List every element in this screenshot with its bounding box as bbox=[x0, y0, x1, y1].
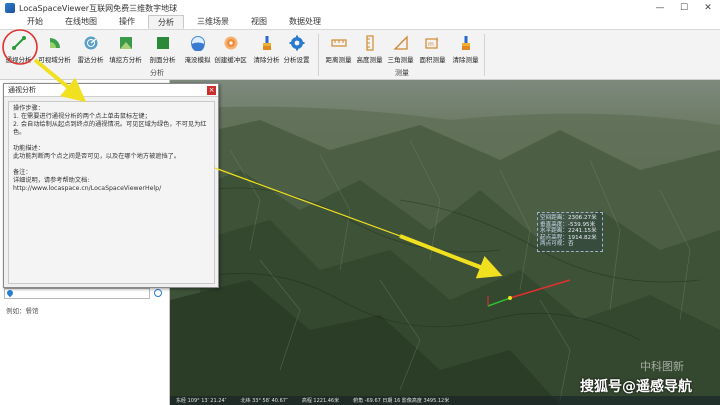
search-row bbox=[4, 287, 166, 299]
analysis-settings-button[interactable]: 分析设置 bbox=[280, 33, 313, 65]
status-camera: 俯角 -69.67 日期 16 影像高度 3495.12米 bbox=[353, 398, 450, 404]
profile-icon bbox=[156, 37, 169, 49]
clear-analysis-button[interactable]: 清除分析 bbox=[250, 33, 283, 65]
info-row: 水平距离：2241.15米 bbox=[540, 228, 597, 235]
radar-label: 雷达分析 bbox=[77, 56, 104, 64]
dialog-title: 通视分析 bbox=[4, 84, 218, 97]
status-bar: 东经 109° 13′ 21.24″ 北纬 33° 58′ 40.67″ 高程 … bbox=[170, 396, 720, 405]
area-measure-label: 面积测量 bbox=[419, 56, 446, 64]
dialog-line: 详细说明，请参考帮助文档: bbox=[13, 177, 90, 184]
dialog-line: 1. 在需要进行通视分析的两个点上单击鼠标左键； bbox=[13, 113, 151, 120]
triangle-icon bbox=[392, 35, 408, 50]
flood-icon bbox=[190, 36, 205, 51]
line-of-sight-label: 通视分析 bbox=[5, 56, 32, 64]
svg-text:2: 2 bbox=[436, 37, 439, 42]
brush-icon bbox=[461, 36, 470, 50]
cut-fill-label: 填挖方分析 bbox=[109, 56, 142, 64]
tab-online-map[interactable]: 在线地图 bbox=[56, 15, 106, 29]
dialog-line: 备注： bbox=[13, 169, 32, 176]
status-latitude: 北纬 33° 58′ 40.67″ bbox=[240, 398, 288, 404]
dialog-line: 功能描述： bbox=[13, 145, 44, 152]
dialog-body: 操作步骤： 1. 在需要进行通视分析的两个点上单击鼠标左键； 2. 会自动绘制从… bbox=[8, 101, 215, 284]
buffer-button[interactable]: 创建缓冲区 bbox=[214, 33, 247, 65]
tab-analysis[interactable]: 分析 bbox=[148, 15, 184, 29]
dialog-line: 此功能判断两个点之间是否可见，以及在哪个地方被遮挡了。 bbox=[13, 153, 181, 160]
close-button[interactable]: ✕ bbox=[696, 0, 720, 16]
line-of-sight-button[interactable]: 通视分析 bbox=[2, 33, 35, 65]
ribbon: 通视分析 可视域分析 雷达分析 填挖方分析 剖面分析 淹没模拟 创建缓冲区 清除… bbox=[0, 30, 720, 80]
group-separator bbox=[484, 34, 485, 76]
brush-icon bbox=[262, 36, 271, 50]
info-row: 空间距离：2306.27米 bbox=[540, 215, 597, 221]
search-input[interactable] bbox=[4, 287, 150, 299]
dialog-line: 操作步骤： bbox=[13, 105, 44, 112]
maximize-button[interactable]: ☐ bbox=[672, 0, 696, 16]
analysis-group-label: 分析 bbox=[150, 69, 164, 77]
height-measure-button[interactable]: 高度测量 bbox=[353, 33, 386, 65]
window-controls: — ☐ ✕ bbox=[648, 0, 720, 16]
cut-fill-icon bbox=[119, 37, 132, 49]
watermark-brand: 中科图新 bbox=[640, 360, 684, 373]
distance-measure-button[interactable]: 距离测量 bbox=[322, 33, 355, 65]
profile-label: 剖面分析 bbox=[149, 56, 176, 64]
app-icon bbox=[5, 3, 15, 13]
radar-button[interactable]: 雷达分析 bbox=[74, 33, 107, 65]
cut-fill-button[interactable]: 填挖方分析 bbox=[109, 33, 142, 65]
menu-bar: 开始 在线地图 操作 分析 三维场景 视图 数据处理 bbox=[0, 15, 720, 30]
location-pin-icon bbox=[5, 288, 15, 298]
tab-view[interactable]: 视图 bbox=[242, 15, 276, 29]
area-icon: m2 bbox=[424, 37, 439, 49]
tab-data-processing[interactable]: 数据处理 bbox=[280, 15, 330, 29]
dialog-spacer bbox=[13, 137, 210, 145]
buffer-icon bbox=[224, 36, 237, 50]
measure-group-label: 测量 bbox=[395, 69, 409, 77]
watermark-source: 搜狐号@遥感导航 bbox=[580, 379, 692, 395]
clear-measure-label: 清除测量 bbox=[452, 56, 479, 64]
radar-icon bbox=[84, 36, 97, 50]
height-ruler-icon bbox=[365, 35, 374, 51]
height-measure-label: 高度测量 bbox=[356, 56, 383, 64]
info-row: 两点可视：否 bbox=[540, 241, 574, 248]
buffer-label: 创建缓冲区 bbox=[214, 56, 247, 64]
dialog-close-button[interactable]: × bbox=[207, 86, 216, 95]
status-longitude: 东经 109° 13′ 21.24″ bbox=[176, 398, 227, 404]
title-bar: LocaSpaceViewer互联网免费三维数字地球 — ☐ ✕ bbox=[0, 0, 720, 16]
tab-3d-scene[interactable]: 三维场景 bbox=[188, 15, 238, 29]
clear-analysis-label: 清除分析 bbox=[253, 56, 280, 64]
group-separator bbox=[318, 34, 319, 76]
line-of-sight-dialog: 通视分析 × 操作步骤： 1. 在需要进行通视分析的两个点上单击鼠标左键； 2.… bbox=[3, 83, 219, 288]
dialog-spacer bbox=[13, 161, 210, 169]
tab-operation[interactable]: 操作 bbox=[110, 15, 144, 29]
dialog-line: 2. 会自动绘制从起点到终点的通视情况。可见区域为绿色，不可见为红色。 bbox=[13, 121, 207, 136]
flood-label: 淹没模拟 bbox=[184, 56, 211, 64]
triangle-measure-button[interactable]: 三角测量 bbox=[384, 33, 417, 65]
window-title: LocaSpaceViewer互联网免费三维数字地球 bbox=[19, 3, 178, 13]
status-elevation: 高程 1221.46米 bbox=[301, 398, 340, 404]
viewshed-label: 可视域分析 bbox=[38, 56, 71, 64]
svg-text:m: m bbox=[428, 41, 434, 48]
search-example: 例如：餐馆 bbox=[6, 307, 39, 315]
distance-measure-label: 距离测量 bbox=[325, 56, 352, 64]
viewshed-button[interactable]: 可视域分析 bbox=[38, 33, 71, 65]
line-of-sight-icon bbox=[11, 36, 26, 50]
clear-measure-button[interactable]: 清除测量 bbox=[449, 33, 482, 65]
viewshed-icon bbox=[49, 38, 60, 48]
analysis-settings-label: 分析设置 bbox=[283, 56, 310, 64]
profile-button[interactable]: 剖面分析 bbox=[146, 33, 179, 65]
triangle-measure-label: 三角测量 bbox=[387, 56, 414, 64]
dialog-link[interactable]: http://www.locaspace.cn/LocaSpaceViewerH… bbox=[13, 185, 210, 193]
gear-icon bbox=[289, 35, 304, 51]
minimize-button[interactable]: — bbox=[648, 0, 672, 16]
ruler-icon bbox=[330, 39, 347, 47]
measure-info-box: 空间距离：2306.27米 垂直高度：-539.95米 水平距离：2241.15… bbox=[537, 212, 603, 252]
area-measure-button[interactable]: m2 面积测量 bbox=[416, 33, 449, 65]
flood-button[interactable]: 淹没模拟 bbox=[181, 33, 214, 65]
search-icon[interactable] bbox=[154, 289, 162, 297]
tab-start[interactable]: 开始 bbox=[18, 15, 52, 29]
